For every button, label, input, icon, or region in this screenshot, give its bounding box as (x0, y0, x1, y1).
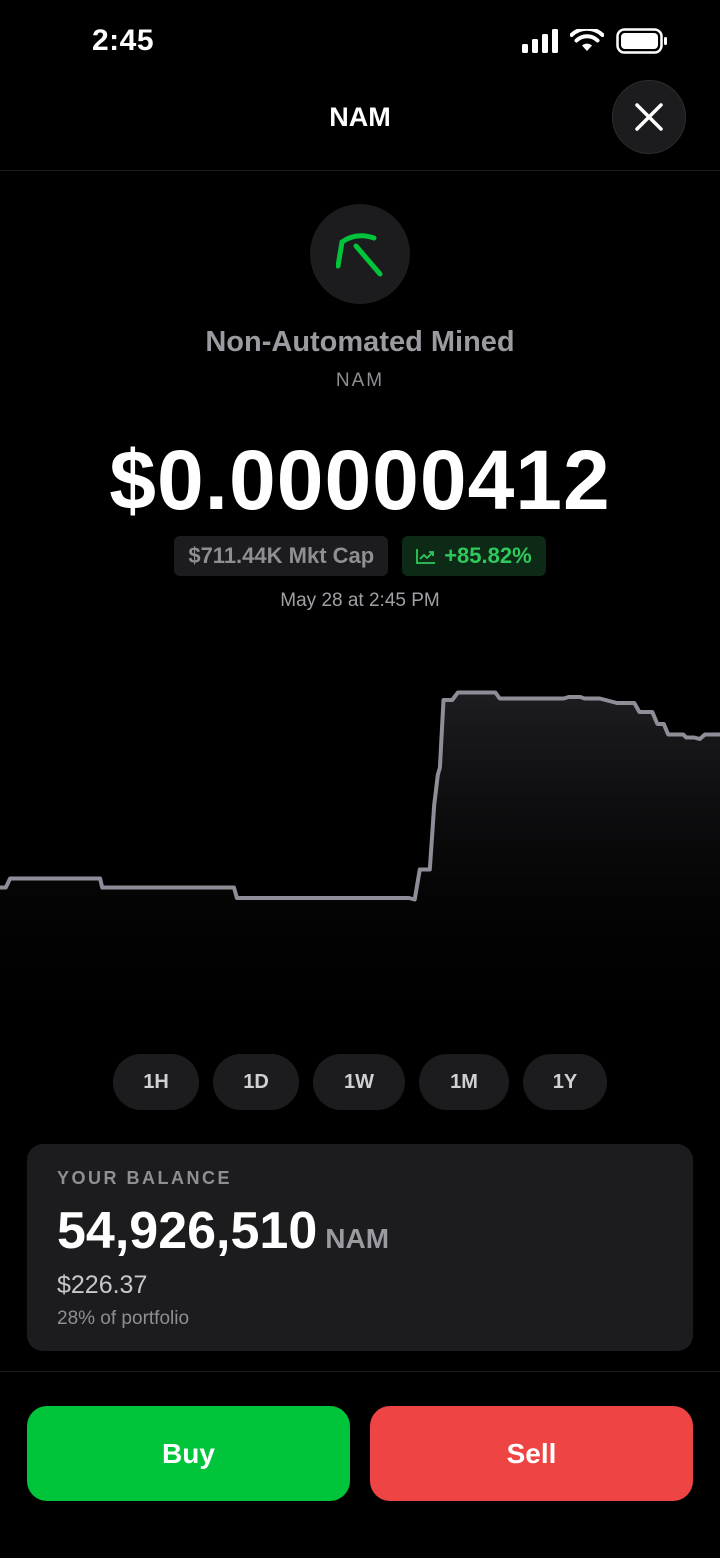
close-button[interactable] (612, 80, 686, 154)
token-price: $0.00000412 (109, 433, 611, 527)
token-avatar (310, 204, 410, 304)
balance-usd-value: $226.37 (57, 1271, 148, 1299)
balance-amount-row: 54,926,510 NAM (57, 1201, 663, 1261)
divider (0, 1371, 720, 1372)
sell-button[interactable]: Sell (370, 1406, 693, 1501)
trending-up-icon (416, 549, 436, 564)
status-bar: 2:45 (0, 0, 720, 88)
range-tab-1w[interactable]: 1W (313, 1054, 405, 1110)
balance-unit: NAM (325, 1223, 390, 1254)
price-timestamp: May 28 at 2:45 PM (280, 590, 440, 611)
balance-label: YOUR BALANCE (57, 1168, 233, 1188)
price-change-value: +85.82% (444, 543, 532, 568)
close-icon (635, 103, 663, 131)
chart-area-fill (0, 692, 720, 1040)
market-cap-badge: $711.44K Mkt Cap (174, 536, 389, 576)
portfolio-percentage: 28% of portfolio (57, 1308, 190, 1329)
wifi-icon (570, 29, 604, 51)
token-symbol: NAM (335, 370, 385, 391)
time-range-selector: 1H 1D 1W 1M 1Y (0, 1054, 720, 1110)
status-icons (522, 28, 668, 54)
stats-row: $711.44K Mkt Cap +85.82% (0, 536, 720, 576)
price-change-badge: +85.82% (402, 536, 546, 576)
range-tab-1m[interactable]: 1M (419, 1054, 509, 1110)
status-time: 2:45 (92, 24, 155, 57)
balance-card: YOUR BALANCE 54,926,510 NAM $226.37 28% … (27, 1144, 693, 1351)
range-tab-1y[interactable]: 1Y (523, 1054, 607, 1110)
range-tab-1h[interactable]: 1H (113, 1054, 199, 1110)
price-chart[interactable] (0, 640, 720, 1040)
range-tab-1d[interactable]: 1D (213, 1054, 299, 1110)
token-name: Non-Automated Mined (205, 326, 515, 358)
buy-button[interactable]: Buy (27, 1406, 350, 1501)
balance-amount: 54,926,510 (57, 1202, 318, 1260)
pickaxe-icon (336, 233, 383, 277)
signal-icon (522, 29, 558, 53)
header: NAM (0, 80, 720, 171)
battery-icon (616, 28, 667, 54)
